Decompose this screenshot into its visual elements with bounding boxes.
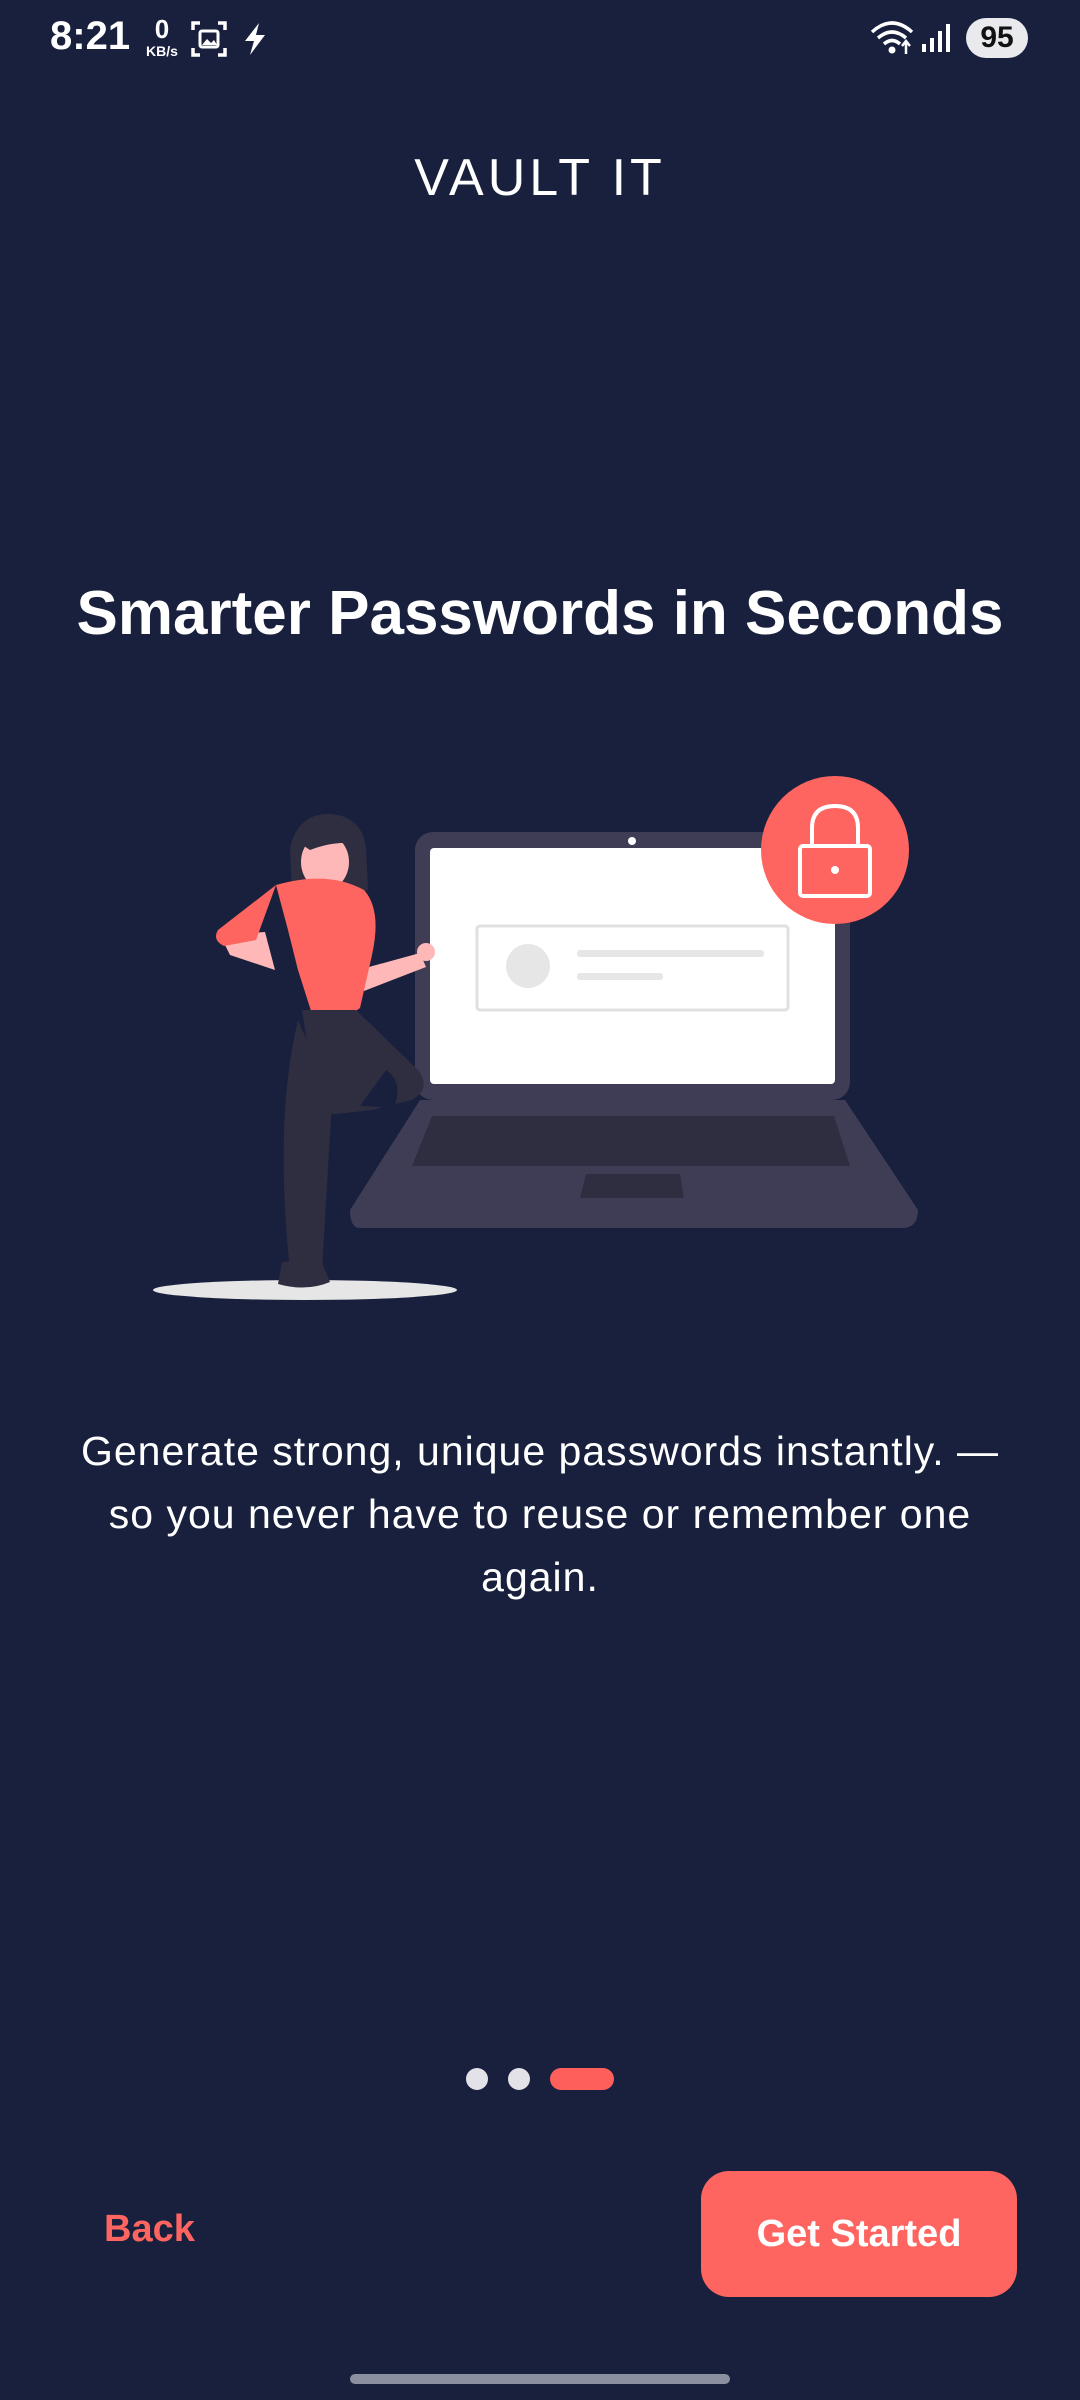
screen-text-line bbox=[577, 950, 764, 957]
wifi-icon bbox=[870, 20, 914, 61]
onboarding-illustration bbox=[150, 770, 930, 1310]
page-dot-active bbox=[550, 2068, 614, 2090]
laptop-keyboard bbox=[412, 1116, 850, 1166]
app-title: VAULT IT bbox=[414, 149, 666, 207]
status-bar: 8:21 0 KB/s 95 bbox=[0, 0, 1080, 80]
net-speed-value: 0 bbox=[154, 14, 170, 44]
screenshot-icon bbox=[190, 20, 228, 63]
lock-badge bbox=[761, 776, 909, 924]
back-button[interactable]: Back bbox=[104, 2208, 195, 2251]
onboarding-headline: Smarter Passwords in Seconds bbox=[76, 579, 1004, 648]
home-indicator[interactable] bbox=[350, 2374, 730, 2384]
page-dot bbox=[508, 2068, 530, 2090]
status-time: 8:21 bbox=[50, 14, 131, 58]
screen-avatar-placeholder bbox=[506, 944, 550, 988]
get-started-button[interactable]: Get Started bbox=[701, 2171, 1017, 2297]
page-dot bbox=[466, 2068, 488, 2090]
battery-indicator: 95 bbox=[966, 18, 1028, 58]
flash-icon bbox=[242, 22, 268, 61]
laptop-trackpad bbox=[580, 1174, 684, 1198]
laptop-camera bbox=[628, 837, 636, 845]
signal-icon bbox=[920, 22, 952, 59]
page-indicator bbox=[0, 2066, 1080, 2090]
screen-text-line bbox=[577, 973, 663, 980]
net-speed-unit: KB/s bbox=[146, 43, 178, 59]
onboarding-description: Generate strong, unique passwords instan… bbox=[80, 1428, 1000, 1600]
net-speed-indicator: 0 KB/s bbox=[140, 16, 184, 58]
